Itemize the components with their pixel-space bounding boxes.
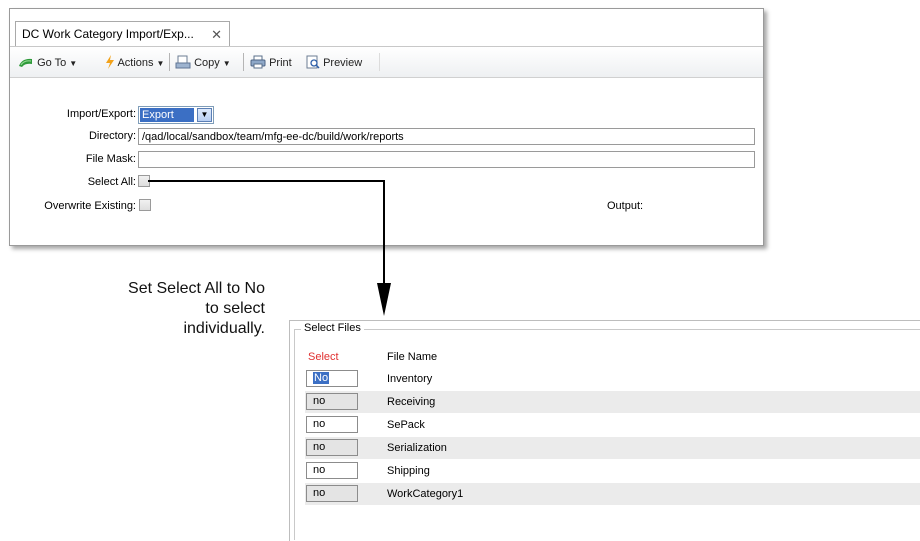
- select-cell[interactable]: no: [306, 416, 358, 433]
- select-cell[interactable]: no: [306, 439, 358, 456]
- copy-icon: [175, 55, 191, 69]
- copy-button[interactable]: Copy ▼: [175, 55, 231, 71]
- callout-line: Set Select All to No: [128, 280, 265, 297]
- callout-line: to select: [205, 300, 265, 317]
- select-cell[interactable]: no: [306, 485, 358, 502]
- toolbar-divider: [169, 53, 170, 71]
- copy-label: Copy: [194, 57, 220, 69]
- select-files-group: Select Files Select File Name No Invento…: [294, 322, 920, 540]
- select-all-checkbox[interactable]: [138, 175, 150, 187]
- preview-button[interactable]: Preview: [306, 55, 362, 71]
- select-cell[interactable]: no: [306, 462, 358, 479]
- go-to-label: Go To: [37, 57, 67, 69]
- file-name-cell: Inventory: [387, 373, 433, 385]
- toolbar-divider: [243, 53, 244, 71]
- file-name-cell: Shipping: [387, 465, 430, 477]
- select-cell[interactable]: no: [306, 393, 358, 410]
- file-name-cell: WorkCategory1: [387, 488, 464, 500]
- directory-label: Directory:: [88, 130, 136, 142]
- import-export-value: Export: [140, 108, 194, 122]
- select-all-label: Select All:: [87, 176, 136, 188]
- table-row[interactable]: no Shipping: [305, 460, 920, 482]
- print-label: Print: [269, 57, 292, 69]
- go-to-icon: [19, 58, 32, 67]
- callout-line: individually.: [183, 320, 265, 337]
- chevron-down-icon: ▼: [156, 59, 165, 68]
- chevron-down-icon: ▼: [69, 59, 78, 68]
- chevron-down-icon[interactable]: ▼: [197, 108, 212, 122]
- preview-icon: [306, 55, 320, 69]
- column-header-select[interactable]: Select: [308, 351, 339, 363]
- preview-label: Preview: [323, 57, 363, 69]
- output-label: Output:: [607, 200, 644, 212]
- chevron-down-icon: ▼: [222, 59, 231, 68]
- print-button[interactable]: Print: [250, 55, 292, 71]
- file-name-cell: SePack: [387, 419, 425, 431]
- directory-field[interactable]: /qad/local/sandbox/team/mfg-ee-dc/build/…: [138, 128, 755, 145]
- select-files-panel: Select Files Select File Name No Invento…: [289, 320, 920, 541]
- overwrite-existing-checkbox[interactable]: [139, 199, 151, 211]
- print-icon: [250, 55, 266, 69]
- import-export-select[interactable]: Export ▼: [138, 106, 214, 124]
- toolbar-divider: [379, 53, 380, 71]
- tab-title: DC Work Category Import/Exp...: [22, 27, 194, 41]
- toolbar: Go To ▼ Actions ▼ Copy ▼ Print Preview: [10, 46, 763, 78]
- overwrite-existing-label: Overwrite Existing:: [44, 200, 136, 212]
- actions-icon: [106, 55, 114, 69]
- file-name-cell: Receiving: [387, 396, 436, 408]
- import-export-window: DC Work Category Import/Exp... ✕ Go To ▼ …: [9, 8, 764, 246]
- callout-text: Set Select All to No to select individua…: [40, 279, 265, 339]
- table-row[interactable]: no Receiving: [305, 391, 920, 413]
- table-row[interactable]: No Inventory: [305, 368, 920, 390]
- close-icon[interactable]: ✕: [211, 22, 222, 47]
- column-header-file-name[interactable]: File Name: [387, 351, 437, 363]
- actions-label: Actions: [117, 57, 154, 69]
- table-row[interactable]: no SePack: [305, 414, 920, 436]
- file-mask-label: File Mask:: [85, 153, 136, 165]
- tab-dc-work-category[interactable]: DC Work Category Import/Exp... ✕: [15, 21, 230, 46]
- actions-button[interactable]: Actions ▼: [105, 55, 164, 71]
- go-to-button[interactable]: Go To ▼: [18, 55, 77, 71]
- select-cell[interactable]: No: [306, 370, 358, 387]
- select-value: No: [313, 372, 330, 384]
- table-row[interactable]: no WorkCategory1: [305, 483, 920, 505]
- table-row[interactable]: no Serialization: [305, 437, 920, 459]
- file-name-cell: Serialization: [387, 442, 447, 454]
- group-title: Select Files: [301, 322, 364, 334]
- import-export-label: Import/Export:: [66, 108, 136, 120]
- file-mask-field[interactable]: [138, 151, 755, 168]
